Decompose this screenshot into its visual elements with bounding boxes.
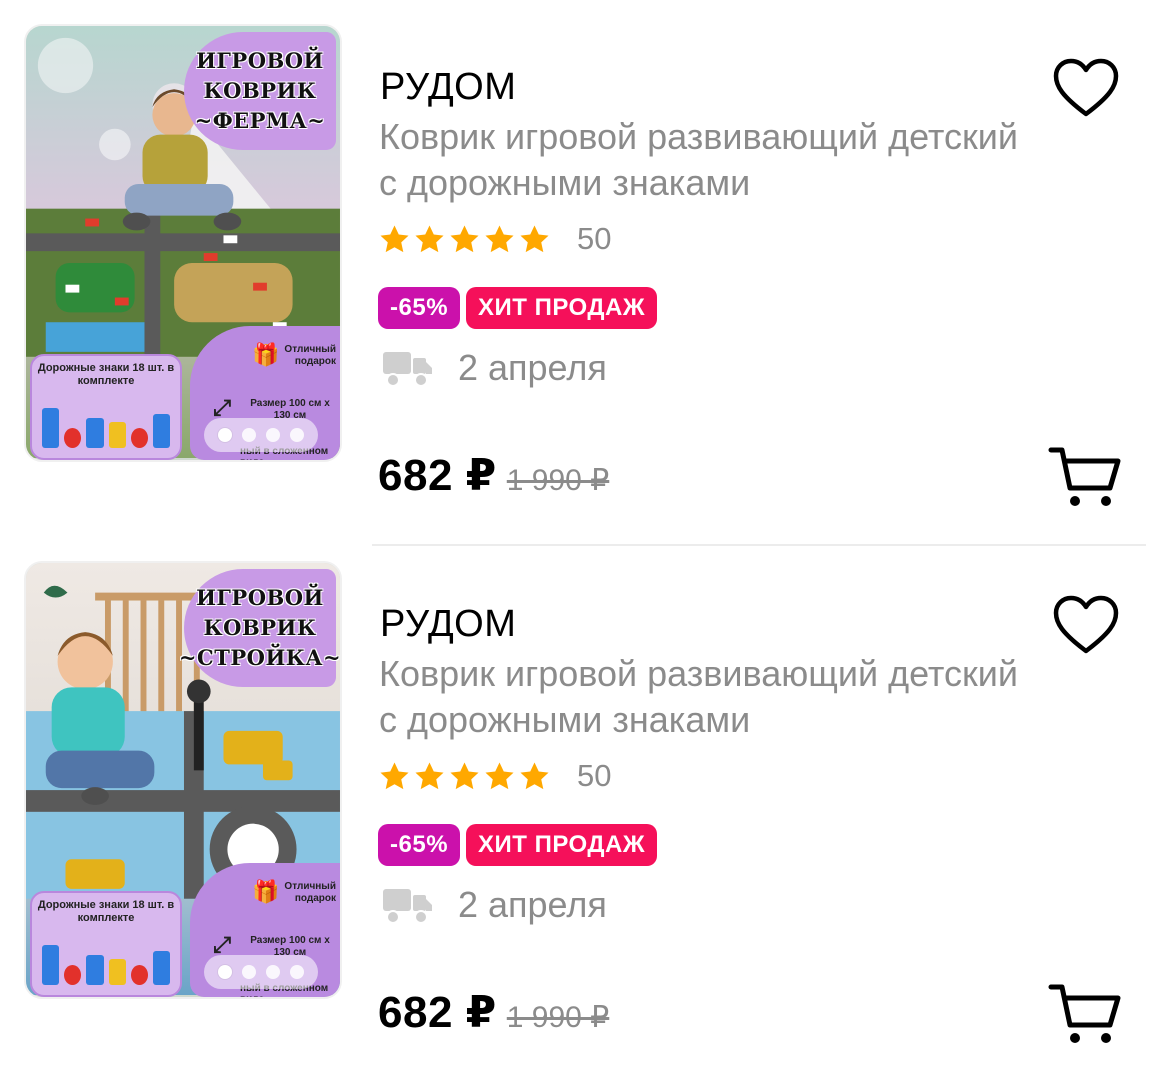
add-to-cart-button[interactable] [1048, 981, 1122, 1047]
product-rating[interactable]: 50 [378, 755, 611, 797]
carousel-dot[interactable] [290, 428, 304, 442]
star-icon [380, 224, 409, 252]
star-icon [380, 761, 409, 789]
signs-text: Дорожные знаки 18 шт. в комплекте [37, 362, 175, 387]
carousel-dot[interactable] [266, 428, 280, 442]
carousel-dot[interactable] [290, 965, 304, 979]
road-sign [152, 414, 171, 448]
discount-badge: -65% [378, 287, 461, 329]
product-badges: -65% ХИТ ПРОДАЖ [378, 287, 658, 329]
shopping-cart-icon [1048, 447, 1121, 506]
truck-icon [383, 352, 432, 387]
banner-line: ИГРОВОЙ [196, 585, 324, 610]
star-icon [450, 224, 479, 252]
banner-line: ~СТРОЙКА~ [178, 645, 342, 670]
carousel-dots[interactable] [204, 418, 318, 452]
product-card[interactable]: ИГРОВОЙ КОВРИК ~ФЕРМА~ 🎁 Отличный подаро… [0, 0, 1170, 537]
carousel-dot[interactable] [266, 965, 280, 979]
star-icon [415, 224, 444, 252]
banner-line: ~ФЕРМА~ [194, 108, 326, 133]
road-sign [108, 959, 126, 985]
product-price: 682 ₽ 1 990 ₽ [378, 987, 609, 1038]
delivery-date: 2 апреля [458, 347, 607, 388]
rating-count: 50 [577, 221, 612, 256]
image-signs-box: Дорожные знаки 18 шт. в комплекте [30, 891, 182, 997]
image-banner: ИГРОВОЙ КОВРИК ~ФЕРМА~ [184, 32, 336, 150]
discount-badge: -65% [378, 824, 461, 866]
star-icon [450, 761, 479, 789]
star-icon [485, 761, 514, 789]
star-icon [415, 761, 444, 789]
road-sign [86, 418, 104, 448]
banner-line: КОВРИК [203, 78, 317, 103]
product-card[interactable]: ИГРОВОЙ КОВРИК ~СТРОЙКА~ 🎁 Отличный пода… [0, 537, 1170, 1072]
carousel-dot[interactable] [242, 428, 256, 442]
road-sign [42, 945, 60, 985]
gift-icon: 🎁 [252, 342, 280, 367]
road-sign [130, 428, 148, 448]
add-to-favorites-button[interactable] [1052, 593, 1120, 659]
signs-text: Дорожные знаки 18 шт. в комплекте [37, 899, 175, 924]
road-sign [152, 951, 171, 985]
gift-text: Отличный подарок [284, 344, 336, 367]
gift-icon: 🎁 [252, 879, 280, 904]
current-price: 682 ₽ [378, 451, 497, 500]
heart-outline-icon [1053, 58, 1119, 117]
truck-icon [383, 889, 432, 924]
gift-text: Отличный подарок [284, 881, 336, 904]
star-icon [485, 224, 514, 252]
product-badges: -65% ХИТ ПРОДАЖ [378, 824, 658, 866]
bestseller-badge: ХИТ ПРОДАЖ [466, 824, 658, 866]
product-brand[interactable]: РУДОМ [380, 66, 516, 109]
product-image[interactable]: ИГРОВОЙ КОВРИК ~ФЕРМА~ 🎁 Отличный подаро… [24, 24, 342, 462]
banner-line: КОВРИК [203, 615, 317, 640]
delivery-info: 2 апреля [382, 881, 607, 929]
product-price: 682 ₽ 1 990 ₽ [378, 450, 609, 501]
carousel-dot[interactable] [242, 965, 256, 979]
road-signs [42, 400, 171, 448]
carousel-dot[interactable] [218, 428, 232, 442]
delivery-info: 2 апреля [382, 344, 607, 392]
carousel-dots[interactable] [204, 955, 318, 989]
delivery-date: 2 апреля [458, 884, 607, 925]
image-signs-box: Дорожные знаки 18 шт. в комплекте [30, 354, 182, 460]
road-sign [86, 955, 104, 985]
image-banner: ИГРОВОЙ КОВРИК ~СТРОЙКА~ [179, 569, 340, 687]
star-icon [520, 761, 549, 789]
heart-outline-icon [1053, 595, 1119, 654]
rating-count: 50 [577, 758, 612, 793]
product-image[interactable]: ИГРОВОЙ КОВРИК ~СТРОЙКА~ 🎁 Отличный пода… [24, 561, 342, 999]
product-title[interactable]: Коврик игровой развивающий детский с дор… [379, 651, 1019, 743]
road-sign [64, 965, 82, 985]
add-to-cart-button[interactable] [1048, 444, 1122, 510]
shopping-cart-icon [1048, 984, 1121, 1043]
add-to-favorites-button[interactable] [1052, 56, 1120, 122]
old-price: 1 990 ₽ [506, 1001, 610, 1034]
road-sign [108, 422, 126, 448]
old-price: 1 990 ₽ [506, 464, 610, 497]
rating-stars [378, 223, 551, 256]
product-title[interactable]: Коврик игровой развивающий детский с дор… [379, 114, 1019, 206]
road-sign [42, 408, 60, 448]
road-sign [64, 428, 82, 448]
star-icon [520, 224, 549, 252]
banner-line: ИГРОВОЙ [196, 48, 324, 73]
road-sign [130, 965, 148, 985]
rating-stars [378, 760, 551, 793]
bestseller-badge: ХИТ ПРОДАЖ [466, 287, 658, 329]
product-rating[interactable]: 50 [378, 218, 611, 260]
product-brand[interactable]: РУДОМ [380, 603, 516, 646]
road-signs [42, 937, 171, 985]
current-price: 682 ₽ [378, 988, 497, 1037]
carousel-dot[interactable] [218, 965, 232, 979]
